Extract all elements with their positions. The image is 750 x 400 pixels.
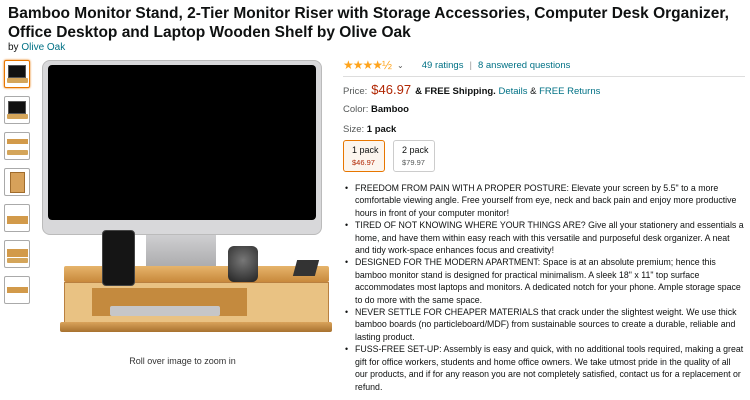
zoom-hint: Roll over image to zoom in (129, 356, 236, 366)
free-shipping-text: & FREE Shipping. (415, 86, 496, 97)
size-row: Size: 1 pack (343, 124, 396, 135)
thumbnail-2[interactable] (4, 96, 30, 124)
color-row: Color: Bamboo (343, 104, 409, 115)
feature-bullet: NEVER SETTLE FOR CHEAPER MATERIALS that … (343, 306, 745, 343)
laptop-illustration (110, 306, 220, 316)
price-amount: $46.97 (371, 82, 412, 97)
rating-row: ★★★★½ ⌄ 49 ratings | 8 answered question… (343, 58, 570, 72)
star-rating-icon[interactable]: ★★★★½ (343, 58, 392, 72)
price-row: Price: $46.97 & FREE Shipping. Details &… (343, 82, 600, 97)
byline: by Olive Oak (8, 42, 65, 53)
details-link[interactable]: Details (498, 86, 527, 97)
thumbnail-strip (4, 60, 32, 312)
brand-link[interactable]: Olive Oak (21, 42, 65, 53)
size-option-price: $46.97 (352, 158, 375, 167)
product-title: Bamboo Monitor Stand, 2-Tier Monitor Ris… (8, 5, 729, 41)
byline-prefix: by (8, 42, 19, 53)
pen-holder-illustration (292, 260, 320, 276)
main-product-image[interactable] (40, 60, 332, 350)
chevron-down-icon[interactable]: ⌄ (397, 61, 404, 70)
ratings-link[interactable]: 49 ratings (422, 60, 464, 71)
divider (343, 76, 745, 77)
size-value: 1 pack (366, 124, 397, 135)
size-option-price: $79.97 (402, 158, 425, 167)
thumbnail-1[interactable] (4, 60, 30, 88)
feature-bullet: TIRED OF NOT KNOWING WHERE YOUR THINGS A… (343, 219, 745, 256)
color-label: Color: (343, 104, 369, 115)
answered-questions-link[interactable]: 8 answered questions (478, 60, 570, 71)
thumbnail-7[interactable] (4, 276, 30, 304)
size-option-name: 1 pack (352, 145, 379, 155)
size-options: 1 pack $46.97 2 pack $79.97 (343, 140, 443, 172)
size-option-2-pack[interactable]: 2 pack $79.97 (393, 140, 435, 172)
feature-bullets: FREEDOM FROM PAIN WITH A PROPER POSTURE:… (343, 182, 745, 393)
color-value: Bamboo (370, 104, 409, 115)
size-label: Size: (343, 124, 365, 135)
free-returns-link[interactable]: FREE Returns (539, 86, 600, 97)
speaker-illustration (228, 246, 258, 282)
feature-bullet: DESIGNED FOR THE MODERN APARTMENT: Space… (343, 256, 745, 306)
price-label: Price: (343, 86, 368, 97)
feature-bullet: FUSS-FREE SET-UP: Assembly is easy and q… (343, 343, 745, 393)
separator: | (469, 59, 472, 71)
size-option-1-pack[interactable]: 1 pack $46.97 (343, 140, 385, 172)
monitor-illustration (42, 60, 322, 235)
thumbnail-6[interactable] (4, 240, 30, 268)
amp-text: & (530, 86, 537, 97)
thumbnail-4[interactable] (4, 168, 30, 196)
size-option-name: 2 pack (402, 145, 429, 155)
thumbnail-5[interactable] (4, 204, 30, 232)
feature-bullet: FREEDOM FROM PAIN WITH A PROPER POSTURE:… (343, 182, 745, 219)
phone-illustration (102, 230, 135, 286)
thumbnail-3[interactable] (4, 132, 30, 160)
